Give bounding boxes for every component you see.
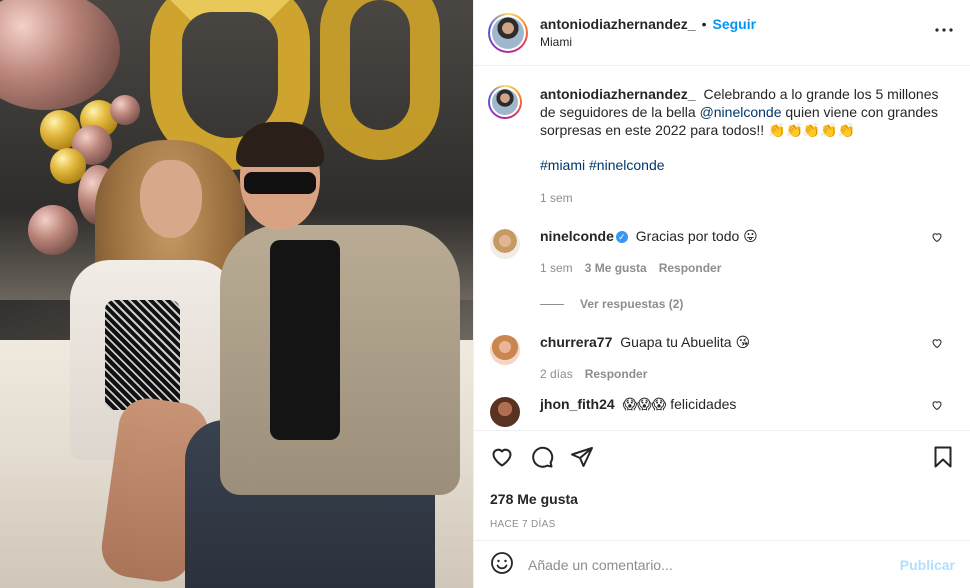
comment-text: Gracias por todo 😛 <box>635 228 758 244</box>
comment-like-icon[interactable] <box>931 399 943 414</box>
sunglasses <box>244 172 316 194</box>
gold-number-balloon-0 <box>320 0 440 160</box>
hashtags: #miami #ninelconde <box>540 157 955 173</box>
post-photo[interactable] <box>0 0 473 588</box>
caption-time[interactable]: 1 sem <box>540 191 573 205</box>
balloon <box>28 205 78 255</box>
comment-bubble-icon[interactable] <box>530 445 554 469</box>
mention-link[interactable]: @ninelconde <box>700 104 782 120</box>
post-location[interactable]: Miami <box>540 33 756 51</box>
hashtag-link[interactable]: #miami <box>540 157 585 173</box>
comment-like-icon[interactable] <box>931 337 943 352</box>
comment-input[interactable] <box>528 556 900 573</box>
post-details-panel: antoniodiazhernandez_ • Seguir Miami ant… <box>473 0 970 588</box>
add-comment-bar: Publicar <box>474 540 970 588</box>
comment-time[interactable]: 2 días <box>540 367 573 381</box>
follow-button[interactable]: Seguir <box>712 15 756 33</box>
comment-likes[interactable]: 3 Me gusta <box>585 261 647 275</box>
woman-dress <box>105 300 180 410</box>
woman-face <box>140 160 202 238</box>
view-replies-label[interactable]: Ver respuestas (2) <box>580 297 683 311</box>
commenter-avatar[interactable] <box>488 395 522 429</box>
commenter-avatar[interactable] <box>488 333 522 367</box>
comment-like-icon[interactable] <box>931 231 943 246</box>
caption-meta: 1 sem <box>540 191 955 205</box>
reply-button[interactable]: Responder <box>585 367 648 381</box>
comment-meta: 1 sem 3 Me gusta Responder <box>540 261 955 275</box>
more-horizontal-icon[interactable] <box>932 18 956 48</box>
comment-item: jhon_fith24 😱😱😱 felicidades <box>488 395 955 429</box>
post-timestamp[interactable]: HACE 7 DÍAS <box>490 519 955 530</box>
post-actions: 278 Me gusta HACE 7 DÍAS <box>474 430 970 540</box>
comment-item: churrera77 Guapa tu Abuelita 😘 2 días Re… <box>488 333 955 381</box>
emoji-smiley-icon[interactable] <box>490 551 514 578</box>
share-paper-plane-icon[interactable] <box>570 445 594 469</box>
man-shirt <box>270 240 340 440</box>
caption: antoniodiazhernandez_ Celebrando a lo gr… <box>488 85 955 205</box>
bookmark-icon[interactable] <box>931 445 955 469</box>
commenter-avatar[interactable] <box>488 227 522 261</box>
like-heart-icon[interactable] <box>490 445 514 469</box>
man-jacket <box>220 225 460 495</box>
view-replies[interactable]: Ver respuestas (2) <box>540 297 955 311</box>
author-username[interactable]: antoniodiazhernandez_ <box>540 15 696 33</box>
commenter-username[interactable]: jhon_fith24 <box>540 396 615 412</box>
comment-text: 😱😱😱 felicidades <box>622 396 737 412</box>
verified-badge-icon: ✓ <box>615 231 628 244</box>
comment-text: Guapa tu Abuelita 😘 <box>620 334 751 350</box>
publish-button[interactable]: Publicar <box>900 557 955 573</box>
caption-author-avatar[interactable] <box>488 85 522 119</box>
replies-divider <box>540 303 564 305</box>
comment-item: ninelconde ✓ Gracias por todo 😛 1 sem 3 M… <box>488 227 955 275</box>
caption-text: antoniodiazhernandez_ Celebrando a lo gr… <box>540 85 950 139</box>
commenter-username[interactable]: churrera77 <box>540 334 612 350</box>
caption-username[interactable]: antoniodiazhernandez_ <box>540 86 696 102</box>
comment-time[interactable]: 1 sem <box>540 261 573 275</box>
likes-count[interactable]: 278 Me gusta <box>490 491 955 507</box>
reply-button[interactable]: Responder <box>659 261 722 275</box>
post-header: antoniodiazhernandez_ • Seguir Miami <box>474 0 970 66</box>
comments-section[interactable]: antoniodiazhernandez_ Celebrando a lo gr… <box>474 67 970 429</box>
balloon <box>110 95 140 125</box>
commenter-username[interactable]: ninelconde <box>540 228 614 244</box>
comment-meta: 2 días Responder <box>540 367 955 381</box>
author-avatar[interactable] <box>488 12 528 53</box>
separator-dot: • <box>701 15 707 32</box>
hashtag-link[interactable]: #ninelconde <box>589 157 665 173</box>
